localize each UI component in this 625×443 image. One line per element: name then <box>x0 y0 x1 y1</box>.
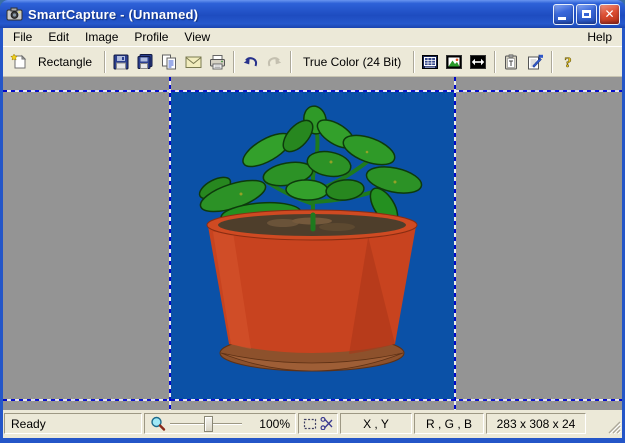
monitor-capture-button[interactable] <box>418 50 442 74</box>
capture-shape-button[interactable]: Rectangle <box>30 50 100 74</box>
resize-icon <box>470 54 486 70</box>
menu-help[interactable]: Help <box>579 29 620 45</box>
menu-edit[interactable]: Edit <box>40 29 77 45</box>
image-dimensions: 283 x 308 x 24 <box>497 417 576 431</box>
selection-bottom-edge[interactable] <box>3 399 622 401</box>
toolbar: Rectangle <box>3 46 622 77</box>
print-button[interactable] <box>205 50 229 74</box>
save-all-icon <box>136 54 154 70</box>
undo-button[interactable] <box>238 50 262 74</box>
zoom-slider[interactable] <box>170 416 242 432</box>
selection-top-edge[interactable] <box>3 90 622 92</box>
svg-text:?: ? <box>565 55 573 70</box>
minimize-icon <box>558 17 566 20</box>
pixel-color-panel: R , G , B <box>414 413 484 434</box>
selection-right-edge[interactable] <box>454 77 456 410</box>
statusbar: Ready 100% <box>3 410 622 438</box>
zoom-slider-thumb[interactable] <box>204 416 213 432</box>
selection-rect-icon <box>303 418 317 430</box>
redo-button <box>262 50 286 74</box>
monitor-capture-icon <box>422 54 438 70</box>
toolbar-separator <box>494 51 495 73</box>
xy-label: X , Y <box>363 417 389 431</box>
menu-file[interactable]: File <box>5 29 40 45</box>
redo-icon <box>266 54 283 69</box>
help-button[interactable]: ? <box>556 50 580 74</box>
properties-icon <box>527 54 544 70</box>
email-icon <box>185 55 202 69</box>
new-capture-button[interactable] <box>6 50 30 74</box>
status-text: Ready <box>11 417 46 431</box>
copy-icon <box>161 54 177 70</box>
titlebar[interactable]: SmartCapture - (Unnamed) ✕ <box>0 0 625 28</box>
image-info-panel: 283 x 308 x 24 <box>486 413 586 434</box>
clipboard-button[interactable] <box>499 50 523 74</box>
selection-mode-panel <box>298 413 338 434</box>
magnifier-icon <box>150 416 166 432</box>
save-all-button[interactable] <box>133 50 157 74</box>
status-message-panel: Ready <box>4 413 142 434</box>
camera-icon <box>6 6 23 22</box>
resize-button[interactable] <box>466 50 490 74</box>
properties-button[interactable] <box>523 50 547 74</box>
zoom-value: 100% <box>246 417 290 431</box>
resize-grip[interactable] <box>588 413 621 434</box>
print-icon <box>209 54 226 70</box>
flower-pot <box>207 210 417 354</box>
rgb-label: R , G , B <box>426 417 472 431</box>
undo-icon <box>242 54 259 69</box>
clipboard-icon <box>503 54 519 70</box>
smartcapture-window: SmartCapture - (Unnamed) ✕ File Edit Ima… <box>0 0 625 443</box>
captured-image[interactable] <box>171 92 454 400</box>
maximize-button[interactable] <box>576 4 597 25</box>
color-depth-button[interactable]: True Color (24 Bit) <box>295 50 409 74</box>
zoom-panel: 100% <box>144 413 296 434</box>
maximize-icon <box>582 10 591 18</box>
toolbar-separator <box>233 51 234 73</box>
minimize-button[interactable] <box>553 4 574 25</box>
selection-left-edge[interactable] <box>169 77 171 410</box>
help-icon: ? <box>561 54 575 70</box>
menubar: File Edit Image Profile View Help <box>3 28 622 46</box>
new-capture-icon <box>10 53 27 70</box>
toolbar-separator <box>104 51 105 73</box>
email-button[interactable] <box>181 50 205 74</box>
window-title: SmartCapture - (Unnamed) <box>28 7 553 22</box>
close-button[interactable]: ✕ <box>599 4 620 25</box>
toolbar-separator <box>551 51 552 73</box>
close-icon: ✕ <box>604 8 614 20</box>
menu-profile[interactable]: Profile <box>126 29 176 45</box>
toolbar-separator <box>413 51 414 73</box>
menu-image[interactable]: Image <box>77 29 126 45</box>
menu-view[interactable]: View <box>176 29 218 45</box>
copy-button[interactable] <box>157 50 181 74</box>
save-icon <box>113 54 129 70</box>
image-view-button[interactable] <box>442 50 466 74</box>
toolbar-separator <box>290 51 291 73</box>
image-view-icon <box>446 54 462 70</box>
resize-grip-icon <box>606 419 621 434</box>
capture-workspace[interactable] <box>3 77 622 410</box>
cursor-coords-panel: X , Y <box>340 413 412 434</box>
save-button[interactable] <box>109 50 133 74</box>
scissors-icon <box>320 417 334 430</box>
